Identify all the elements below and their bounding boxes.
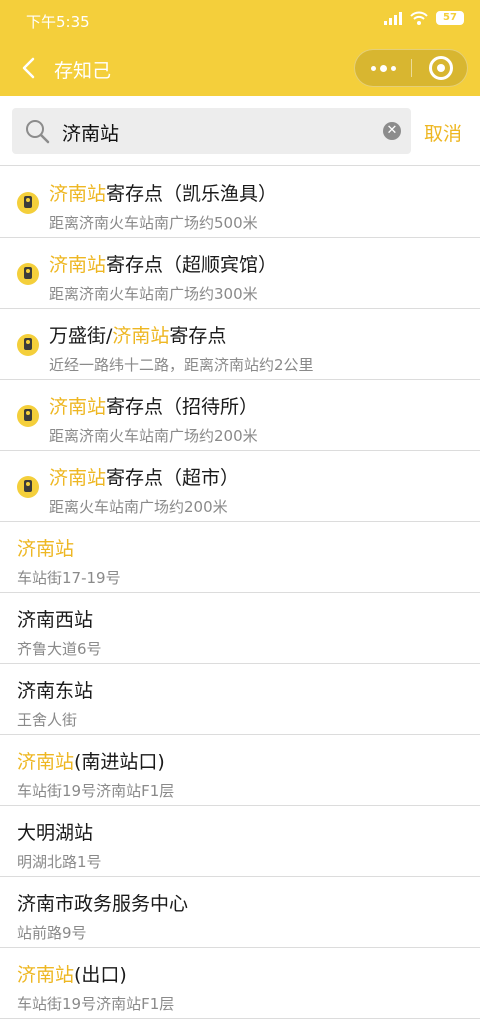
storage-result-item[interactable]: 万盛街/济南站寄存点近经一路纬十二路，距离济南站约2公里 — [0, 309, 480, 380]
result-subtitle: 齐鲁大道6号 — [17, 640, 102, 658]
title-suffix: (出口) — [74, 964, 127, 986]
result-subtitle: 车站街19号济南站F1层 — [17, 782, 175, 800]
location-pin-icon — [17, 192, 39, 214]
result-subtitle: 明湖北路1号 — [17, 853, 102, 871]
result-title: 大明湖站 — [17, 818, 93, 845]
battery-icon: 57 — [436, 11, 464, 25]
title-suffix: 寄存点（凯乐渔具） — [106, 183, 278, 205]
location-pin-icon — [17, 263, 39, 285]
chevron-left-icon[interactable] — [18, 56, 42, 80]
result-subtitle: 站前路9号 — [17, 924, 87, 942]
place-result-item[interactable]: 济南站车站街17-19号 — [0, 522, 480, 593]
place-result-item[interactable]: 济南站(出口) 车站街19号济南站F1层 — [0, 948, 480, 1019]
title-highlight: 济南站 — [49, 183, 107, 205]
result-subtitle: 距离济南火车站南广场约500米 — [49, 214, 258, 232]
title-suffix: 寄存点（超市） — [106, 467, 240, 489]
header: 下午5:35 57 存知己 — [0, 0, 480, 96]
result-list: 济南站寄存点（凯乐渔具） 距离济南火车站南广场约500米 济南站寄存点（超顺宾馆）距… — [0, 167, 480, 1019]
target-close-icon[interactable] — [429, 56, 453, 80]
search-query: 济南站 — [62, 123, 120, 145]
nav-bar: 存知己 — [0, 40, 480, 96]
title-suffix: (南进站口) — [74, 751, 165, 773]
cancel-button[interactable]: 取消 — [424, 119, 462, 146]
result-title: 万盛街/济南站寄存点 — [49, 321, 226, 348]
title-highlight: 济南站 — [49, 467, 107, 489]
storage-result-item[interactable]: 济南站寄存点（超市） 距离火车站南广场约200米 — [0, 451, 480, 522]
location-pin-icon — [17, 405, 39, 427]
title-prefix: 济南东站 — [17, 680, 94, 702]
wifi-icon — [410, 11, 428, 25]
signal-icon — [384, 11, 402, 25]
capsule-divider — [411, 59, 412, 77]
result-title: 济南市政务服务中心 — [17, 889, 188, 916]
title-highlight: 济南站 — [17, 538, 75, 560]
result-subtitle: 距离火车站南广场约200米 — [49, 498, 228, 516]
title-suffix: 寄存点（超顺宾馆） — [106, 254, 278, 276]
clear-icon[interactable]: ✕ — [383, 122, 401, 140]
result-subtitle: 车站街17-19号 — [17, 569, 121, 587]
more-dots-icon[interactable] — [355, 50, 411, 86]
result-subtitle: 距离济南火车站南广场约300米 — [49, 285, 258, 303]
result-subtitle: 车站街19号济南站F1层 — [17, 995, 175, 1013]
storage-result-item[interactable]: 济南站寄存点（招待所） 距离济南火车站南广场约200米 — [0, 380, 480, 451]
storage-result-item[interactable]: 济南站寄存点（超顺宾馆） 距离济南火车站南广场约300米 — [0, 238, 480, 309]
title-prefix: 济南西站 — [17, 609, 94, 631]
result-title: 济南站寄存点（招待所） — [49, 392, 258, 419]
status-bar: 下午5:35 57 — [0, 0, 480, 40]
status-icons: 57 — [384, 11, 464, 25]
title-suffix: 寄存点 — [169, 325, 227, 347]
result-title: 济南站寄存点（超顺宾馆） — [49, 250, 277, 277]
result-title: 济南站(南进站口) — [17, 747, 165, 774]
location-pin-icon — [17, 334, 39, 356]
result-title: 济南站(出口) — [17, 960, 127, 987]
result-title: 济南站寄存点（凯乐渔具） — [49, 179, 277, 206]
place-result-item[interactable]: 济南站(南进站口) 车站街19号济南站F1层 — [0, 735, 480, 806]
place-result-item[interactable]: 济南市政务服务中心站前路9号 — [0, 877, 480, 948]
place-result-item[interactable]: 济南东站 王舍人街 — [0, 664, 480, 735]
result-subtitle: 近经一路纬十二路，距离济南站约2公里 — [49, 356, 314, 374]
title-highlight: 济南站 — [17, 964, 75, 986]
result-title: 济南西站 — [17, 605, 93, 632]
location-pin-icon — [17, 476, 39, 498]
place-result-item[interactable]: 济南西站齐鲁大道6号 — [0, 593, 480, 664]
result-title: 济南东站 — [17, 676, 93, 703]
search-icon — [26, 120, 50, 144]
title-suffix: 寄存点（招待所） — [106, 396, 259, 418]
title-prefix: 大明湖站 — [17, 822, 94, 844]
result-title: 济南站 — [17, 534, 74, 561]
title-highlight: 济南站 — [49, 396, 107, 418]
result-subtitle: 王舍人街 — [17, 711, 78, 729]
result-title: 济南站寄存点（超市） — [49, 463, 239, 490]
title-highlight: 济南站 — [17, 751, 75, 773]
search-bar: 济南站 ✕ 取消 — [0, 96, 480, 166]
result-subtitle: 距离济南火车站南广场约200米 — [49, 427, 258, 445]
title-prefix: 万盛街/ — [49, 325, 113, 347]
page-title: 存知己 — [54, 60, 112, 82]
search-input[interactable]: 济南站 ✕ — [12, 108, 411, 154]
title-highlight: 济南站 — [49, 254, 107, 276]
miniapp-capsule — [354, 49, 468, 87]
title-prefix: 济南市政务服务中心 — [17, 893, 189, 915]
place-result-item[interactable]: 大明湖站明湖北路1号 — [0, 806, 480, 877]
status-time: 下午5:35 — [26, 13, 90, 31]
storage-result-item[interactable]: 济南站寄存点（凯乐渔具） 距离济南火车站南广场约500米 — [0, 167, 480, 238]
title-highlight: 济南站 — [112, 325, 170, 347]
